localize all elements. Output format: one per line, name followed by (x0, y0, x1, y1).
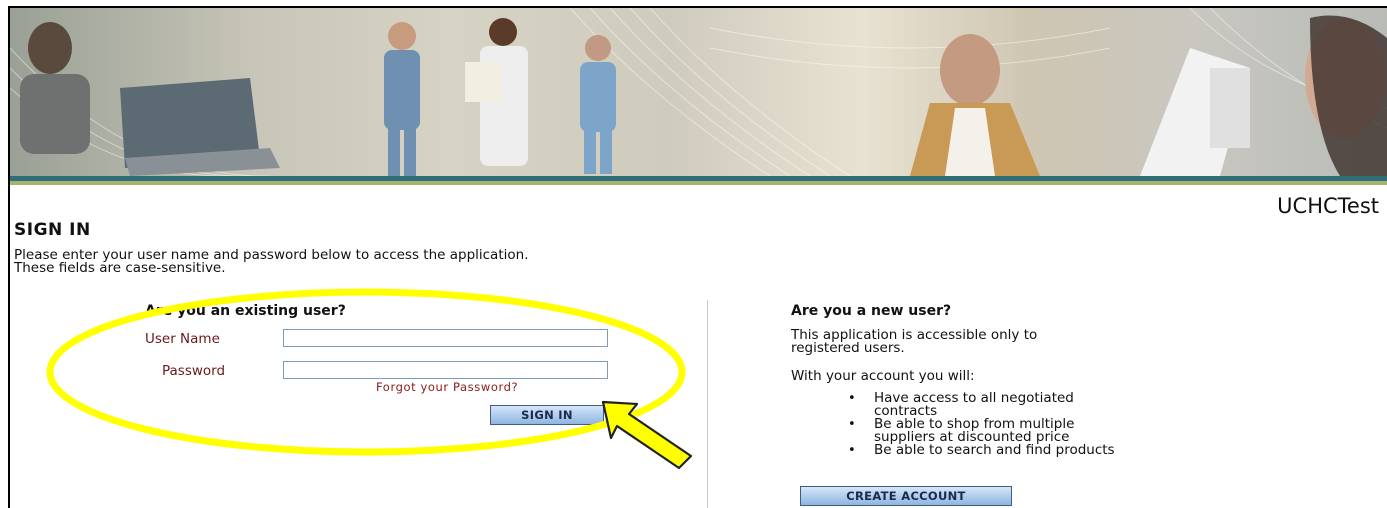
banner-stripe-olive (10, 181, 1387, 185)
new-user-description: This application is accessible only to r… (791, 328, 1037, 356)
create-account-button[interactable]: CREATE ACCOUNT (800, 486, 1012, 506)
list-item: • Be able to shop from multiple supplier… (846, 417, 1294, 444)
bullet-icon: • (848, 417, 856, 432)
new-user-desc-line-2: registered users. (791, 340, 905, 356)
list-item: • Be able to search and find products (846, 442, 1294, 458)
list-item: • Have access to all negotiated contract… (846, 390, 1294, 418)
bullet-icon: • (848, 443, 856, 458)
intro-line-2: These fields are case-sensitive. (14, 260, 226, 276)
benefits-list: • Have access to all negotiated contract… (846, 390, 1294, 458)
banner-image (10, 8, 1387, 176)
benefits-intro: With your account you will: (791, 368, 975, 384)
intro-text: Please enter your user name and password… (14, 248, 528, 276)
arrow-annotation (601, 400, 693, 470)
page-title: SIGN IN (14, 220, 91, 240)
column-divider (707, 300, 708, 508)
benefit-line-1: Be able to search and find products (874, 442, 1115, 458)
tenant-name: UCHCTest (1277, 194, 1379, 218)
benefit-line-1: Have access to all negotiated (874, 390, 1074, 406)
new-user-heading: Are you a new user? (791, 303, 952, 319)
bullet-icon: • (848, 391, 856, 406)
